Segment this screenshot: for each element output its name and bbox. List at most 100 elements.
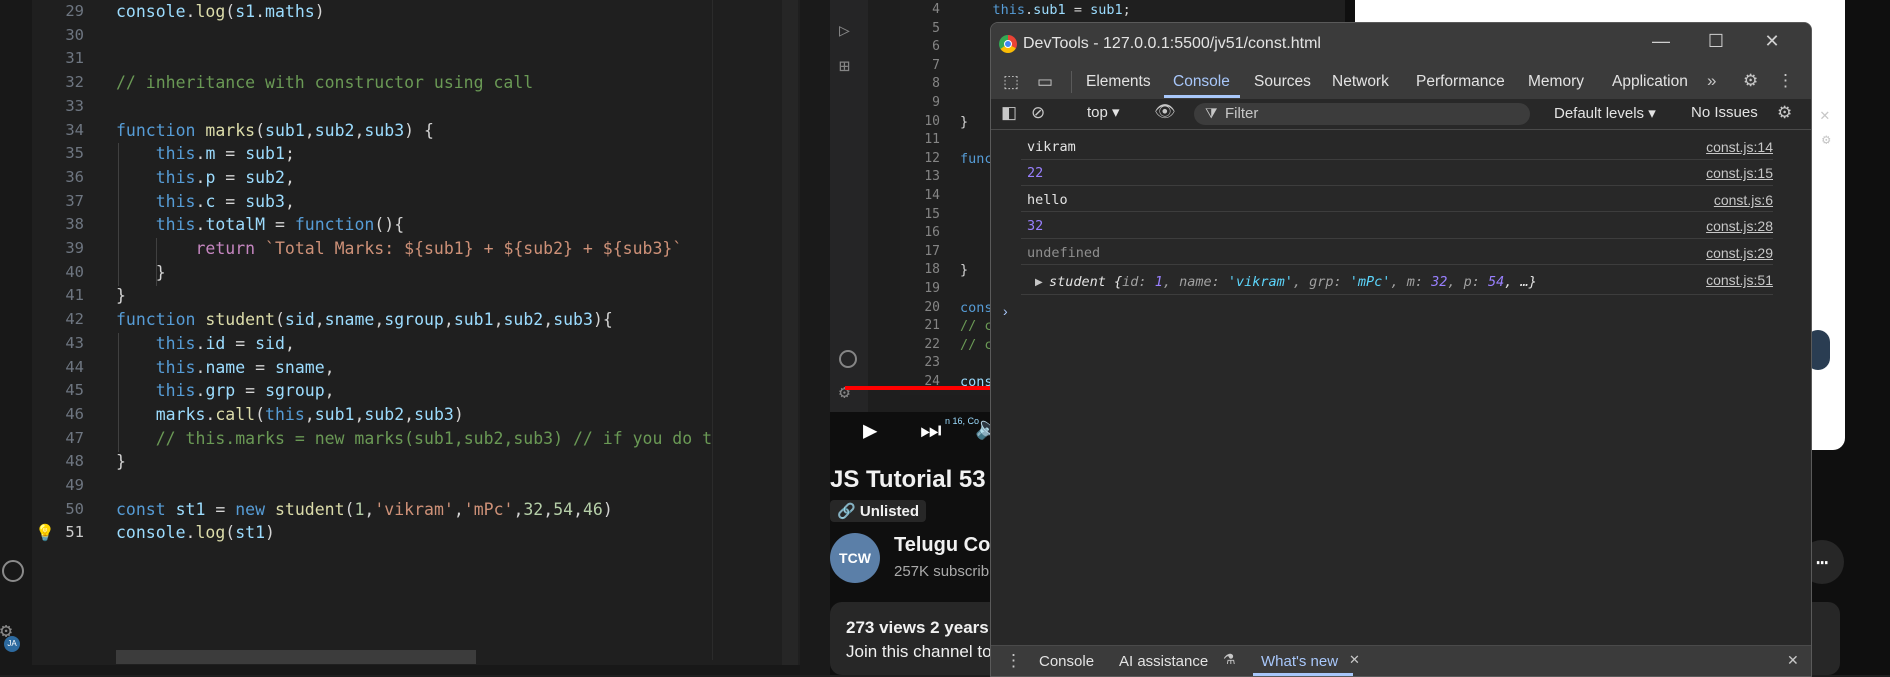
code-line[interactable]: this.grp = sgroup, xyxy=(116,381,335,400)
video-code-line: this.sub1 = sub1; xyxy=(992,2,1131,18)
code-line[interactable]: this.id = sid, xyxy=(116,334,295,353)
clear-console-icon[interactable]: ⊘ xyxy=(1031,103,1045,123)
line-number: 30 xyxy=(65,25,84,44)
next-icon[interactable]: ⏭ xyxy=(920,416,942,444)
drawer-tab-whats-new[interactable]: What's new xyxy=(1261,653,1338,670)
horizontal-scrollbar[interactable] xyxy=(116,650,476,664)
object-key: , m: xyxy=(1390,274,1432,290)
code-line[interactable]: // this.marks = new marks(sub1,sub2,sub3… xyxy=(116,429,732,448)
console-message: 22 xyxy=(1027,165,1044,181)
console-settings-icon[interactable]: ⚙ xyxy=(1777,103,1792,123)
code-line[interactable]: // inheritance with constructor using ca… xyxy=(116,73,533,92)
code-line[interactable]: } xyxy=(116,286,126,305)
source-link[interactable]: const.js:51 xyxy=(1706,272,1773,288)
console-message: vikram xyxy=(1027,139,1076,155)
sidebar-toggle-icon[interactable]: ◧ xyxy=(1001,103,1017,123)
code-line[interactable]: marks.call(this,sub1,sub2,sub3) xyxy=(116,405,464,424)
video-line-number: 21 xyxy=(924,318,940,334)
expand-triangle-icon[interactable]: ▶ xyxy=(1035,277,1043,288)
channel-avatar[interactable]: TCW xyxy=(830,533,880,583)
line-number: 32 xyxy=(65,73,84,92)
minimap[interactable] xyxy=(712,0,783,660)
code-line[interactable]: console.log(st1) xyxy=(116,523,275,542)
settings-gear-icon[interactable]: ⚙ xyxy=(1743,71,1758,91)
code-line[interactable]: function student(sid,sname,sgroup,sub1,s… xyxy=(116,310,613,329)
code-line[interactable]: } xyxy=(116,452,126,471)
eye-icon[interactable]: 👁 xyxy=(1154,102,1176,122)
line-number: 50 xyxy=(65,499,84,518)
line-number: 43 xyxy=(65,333,84,352)
line-number: 34 xyxy=(65,120,84,139)
drawer-menu-icon[interactable]: ⋮ xyxy=(1005,651,1022,671)
source-link[interactable]: const.js:6 xyxy=(1714,192,1773,208)
account-icon[interactable] xyxy=(2,560,24,582)
line-number: 39 xyxy=(65,239,84,257)
issues-counter[interactable]: No Issues xyxy=(1691,104,1758,121)
object-preview[interactable]: student {id: 1, name: 'vikram', grp: 'mP… xyxy=(1049,274,1537,290)
video-code-line: } xyxy=(960,113,969,130)
source-link[interactable]: const.js:14 xyxy=(1706,139,1773,155)
log-levels-dropdown[interactable]: Default levels ▾ xyxy=(1554,104,1656,122)
kebab-menu-icon[interactable]: ⋮ xyxy=(1777,71,1794,91)
code-line[interactable]: console.log(s1.maths) xyxy=(116,2,325,21)
drawer-tab-ai-assistance[interactable]: AI assistance xyxy=(1119,653,1208,670)
source-link[interactable]: const.js:15 xyxy=(1706,165,1773,181)
debug-icon: ▷ xyxy=(839,20,850,41)
video-line-number: 15 xyxy=(924,206,940,222)
code-line[interactable]: this.totalM = function(){ xyxy=(116,215,404,234)
tab-application[interactable]: Application xyxy=(1612,73,1688,91)
code-line[interactable]: const st1 = new student(1,'vikram','mPc'… xyxy=(116,500,613,519)
close-tab-icon[interactable]: ✕ xyxy=(1349,652,1360,668)
code-line[interactable]: return `Total Marks: ${sub1} + ${sub2} +… xyxy=(116,239,682,258)
device-toolbar-icon[interactable]: ▭ xyxy=(1037,72,1053,92)
minimize-button[interactable]: — xyxy=(1646,31,1676,52)
unlisted-label: Unlisted xyxy=(859,503,920,520)
console-prompt-icon[interactable]: › xyxy=(1003,303,1008,319)
drawer-tab-console[interactable]: Console xyxy=(1039,653,1094,670)
tab-sources[interactable]: Sources xyxy=(1254,73,1311,91)
line-number: 29 xyxy=(65,2,84,20)
context-selector[interactable]: top ▾ xyxy=(1087,103,1120,121)
selected-tab-indicator xyxy=(1164,95,1240,98)
drawer-tabbar xyxy=(991,645,1811,676)
video-line-number: 12 xyxy=(924,150,940,166)
more-tabs-icon[interactable]: » xyxy=(1707,71,1716,91)
code-line[interactable]: } xyxy=(116,263,166,282)
code-line[interactable]: this.name = sname, xyxy=(116,358,335,377)
channel-name[interactable]: Telugu Co xyxy=(894,534,990,557)
console-row xyxy=(1021,238,1773,265)
vertical-scrollbar[interactable] xyxy=(782,0,798,665)
avatar-badge: JA xyxy=(4,636,20,652)
code-line[interactable]: function marks(sub1,sub2,sub3) { xyxy=(116,121,434,140)
line-number: 35 xyxy=(65,144,84,163)
close-drawer-icon[interactable]: ✕ xyxy=(1787,652,1799,669)
tab-memory[interactable]: Memory xyxy=(1528,73,1584,91)
console-message: hello xyxy=(1027,192,1068,208)
tab-performance[interactable]: Performance xyxy=(1416,73,1505,91)
code-line[interactable]: this.c = sub3, xyxy=(116,192,295,211)
maximize-button[interactable]: ☐ xyxy=(1701,31,1731,52)
object-brace: { xyxy=(1105,274,1123,290)
line-number: 38 xyxy=(65,215,84,234)
close-button[interactable]: ✕ xyxy=(1757,31,1787,52)
video-line-number: 17 xyxy=(924,243,940,259)
source-link[interactable]: const.js:29 xyxy=(1706,245,1773,261)
code-line[interactable]: this.p = sub2, xyxy=(116,168,295,187)
lightbulb-icon[interactable]: 💡 xyxy=(35,523,55,542)
line-number: 46 xyxy=(65,404,84,423)
video-line-number: 13 xyxy=(924,169,940,185)
code-line[interactable]: this.m = sub1; xyxy=(116,144,295,163)
source-link[interactable]: const.js:28 xyxy=(1706,218,1773,234)
close-icon[interactable]: ✕ xyxy=(1820,105,1830,124)
window-title: DevTools - 127.0.0.1:5500/jv51/const.htm… xyxy=(1023,35,1321,52)
video-code-line: } xyxy=(960,262,969,279)
inspect-icon[interactable]: ⬚ xyxy=(1003,72,1019,92)
tab-elements[interactable]: Elements xyxy=(1086,73,1151,91)
tab-console[interactable]: Console xyxy=(1173,73,1230,91)
tab-network[interactable]: Network xyxy=(1332,73,1389,91)
editor-text-area[interactable]: 29 console.log(s1.maths) 30 31 32 // inherita… xyxy=(32,0,812,665)
gear-icon[interactable]: ⚙ xyxy=(1822,132,1830,148)
play-icon[interactable]: ▶ xyxy=(863,416,877,444)
view-count: 273 views 2 years xyxy=(846,618,989,637)
object-key: , p: xyxy=(1447,274,1488,290)
